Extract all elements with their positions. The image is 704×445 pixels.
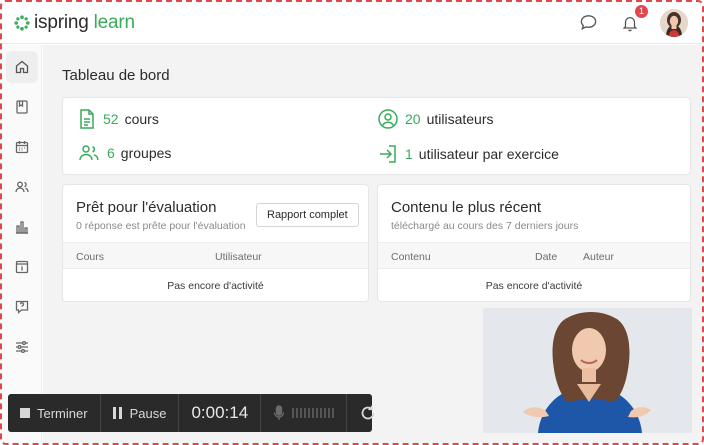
recent-table-header: Contenu Date Auteur [378,242,690,269]
restart-icon [361,405,375,420]
microphone-control[interactable] [261,394,348,432]
info-icon [15,260,29,274]
recorder-bar: Terminer Pause 0:00:14 [8,394,375,432]
timer-value: 0:00:14 [191,403,249,422]
sidebar-item-settings[interactable] [6,331,38,363]
sliders-icon [16,340,28,354]
pause-recording-button[interactable]: Pause [101,394,180,432]
recent-empty-state: Pas encore d'activité [485,280,583,292]
recent-subtitle: téléchargé au cours des 7 derniers jours [391,220,579,232]
evaluation-empty-state: Pas encore d'activité [167,280,264,292]
page-title: Tableau de bord [62,67,170,84]
full-report-button[interactable]: Rapport complet [256,203,359,227]
stop-label: Terminer [37,405,88,421]
column-header-course[interactable]: Cours [76,251,104,263]
sidebar-item-info[interactable] [6,251,38,283]
stop-recording-button[interactable]: Terminer [8,394,101,432]
users-icon [15,181,29,193]
stat-users[interactable]: 20 utilisateurs [377,108,494,130]
stat-groups[interactable]: 6 groupes [77,143,171,163]
book-icon [16,100,28,114]
sidebar-item-home[interactable] [6,51,38,83]
presenter-video [483,308,692,433]
pause-label: Pause [129,405,167,421]
recording-timer: 0:00:14 [179,394,262,432]
chat-button[interactable] [576,11,600,35]
sidebar-item-help[interactable] [6,291,38,323]
group-icon [79,145,99,161]
evaluation-title: Prêt pour l'évaluation [76,199,217,216]
sidebar [2,45,42,443]
stop-icon [20,408,30,418]
user-circle-icon [378,109,398,129]
mic-level-meter [292,408,335,418]
column-header-date[interactable]: Date [535,251,557,263]
calendar-icon [15,141,29,154]
pause-icon [112,407,122,419]
bar-chart-icon [16,221,28,234]
column-header-content[interactable]: Contenu [391,251,431,263]
ispring-logo-icon [14,14,30,31]
sidebar-item-reports[interactable] [6,211,38,243]
app-logo[interactable]: ispring learn [14,12,135,34]
evaluation-subtitle: 0 réponse est prête pour l'évaluation [76,220,246,232]
restart-recording-button[interactable] [347,394,389,432]
stats-card: 52 cours 20 utilisateurs 6 groupes 1 utilisa… [62,97,691,175]
stat-courses[interactable]: 52 cours [77,108,159,130]
evaluation-panel: Prêt pour l'évaluation 0 réponse est prê… [62,184,369,302]
column-header-user[interactable]: Utilisateur [215,251,262,263]
logo-text: ispring learn [34,11,135,33]
webcam-overlay[interactable] [483,308,692,433]
sign-in-icon [380,145,396,163]
user-avatar[interactable] [660,8,688,37]
stat-per-exercise[interactable]: 1 utilisateur par exercice [377,143,559,165]
sidebar-item-calendar[interactable] [6,131,38,163]
home-icon [15,60,29,74]
avatar-portrait [660,8,688,37]
evaluation-table-header: Cours Utilisateur [63,242,368,269]
question-icon [15,300,29,314]
column-header-author[interactable]: Auteur [583,251,614,263]
microphone-icon [273,405,285,420]
notification-badge: 1 [635,4,648,18]
chat-icon [580,15,596,30]
recent-title: Contenu le plus récent [391,199,542,216]
recent-content-panel: Contenu le plus récent téléchargé au cou… [377,184,691,302]
document-icon [80,109,94,129]
top-bar: ispring learn 1 [2,2,702,44]
sidebar-item-users[interactable] [6,171,38,203]
sidebar-item-courses[interactable] [6,91,38,123]
notifications-button[interactable]: 1 [618,4,648,35]
